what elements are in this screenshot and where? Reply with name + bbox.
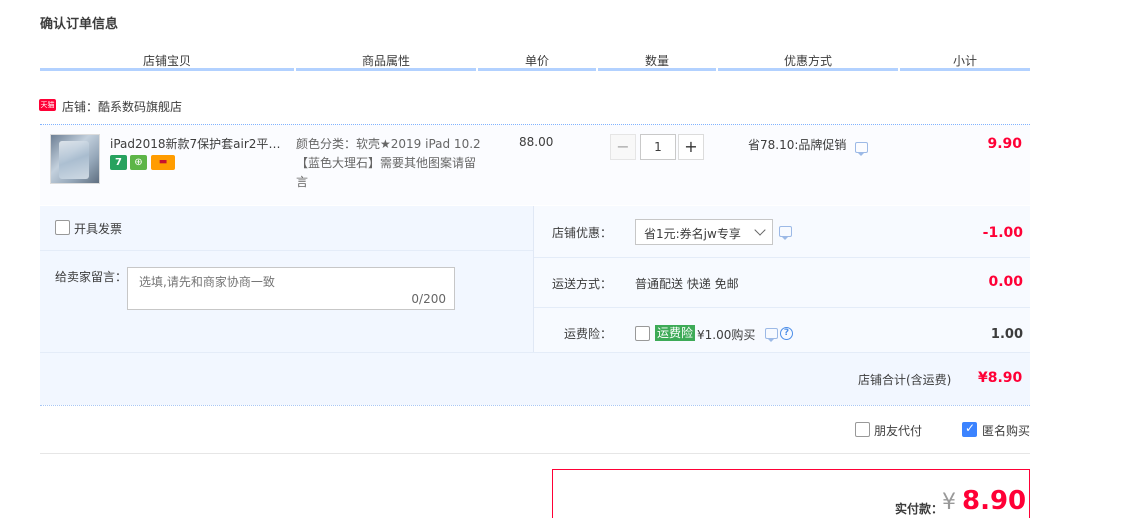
- friend-pay-checkbox[interactable]: [855, 422, 870, 437]
- invoice-checkbox[interactable]: [55, 220, 70, 235]
- shop-total-label: 店铺合计(含运费): [858, 373, 952, 387]
- credit-card-icon: ▬: [151, 155, 175, 170]
- column-bar: [900, 68, 1030, 71]
- column-header-unit-price: 单价: [524, 54, 549, 68]
- currency-symbol: ¥: [942, 490, 956, 515]
- column-header-discount: 优惠方式: [783, 54, 832, 68]
- insurance-tag: 运费险: [655, 325, 696, 341]
- product-attributes: 颜色分类：软壳★2019 iPad 10.2【蓝色大理石】需要其他图案请留言: [296, 137, 481, 189]
- payment-amount: 8.90: [962, 486, 1027, 516]
- divider: [40, 405, 1030, 406]
- shop-discount-selected: 省1元:券名jw专享: [644, 227, 741, 241]
- shipping-method: 普通配送 快递 免邮: [635, 277, 739, 291]
- column-header-attributes: 商品属性: [361, 54, 410, 68]
- divider: [534, 257, 1030, 258]
- promotion-text: 省78.10:品牌促销: [748, 138, 847, 152]
- column-bar: [40, 68, 294, 71]
- message-box: 0/200: [127, 267, 455, 310]
- shipping-amount: 0.00: [988, 274, 1023, 290]
- divider: [40, 250, 533, 251]
- column-bar: [478, 68, 596, 71]
- insurance-label: 运费险：: [563, 327, 612, 341]
- product-thumbnail[interactable]: [50, 134, 100, 184]
- insurance-price: ¥1.00购买: [697, 328, 756, 342]
- friend-pay-label[interactable]: 朋友代付: [874, 422, 922, 439]
- divider: [40, 352, 1030, 353]
- chat-icon[interactable]: [855, 142, 868, 156]
- shop-total-amount: ¥8.90: [978, 370, 1023, 386]
- column-header-quantity: 数量: [644, 54, 669, 68]
- quantity-input[interactable]: [640, 134, 676, 160]
- help-icon[interactable]: ?: [780, 327, 793, 340]
- chevron-down-icon: [754, 224, 766, 236]
- column-bar: [598, 68, 716, 71]
- product-title-link[interactable]: iPad2018新款7保护套air2平板电脑: [110, 135, 288, 152]
- shop-name[interactable]: 店铺：酷系数码旗舰店: [62, 98, 182, 115]
- page-title: 确认订单信息: [40, 17, 119, 32]
- insurance-checkbox[interactable]: [635, 326, 650, 341]
- anonymous-checkbox[interactable]: [962, 421, 977, 437]
- payment-label: 实付款：: [895, 502, 944, 516]
- unit-price: 88.00: [519, 135, 554, 149]
- anonymous-label[interactable]: 匿名购买: [982, 422, 1030, 439]
- message-label: 给卖家留言：: [55, 270, 128, 284]
- shop-discount-amount: -1.00: [982, 225, 1023, 241]
- guarantee-icon: ⊕: [130, 155, 147, 170]
- seven-day-return-icon: 7: [110, 155, 127, 170]
- shop-discount-label: 店铺优惠：: [551, 226, 612, 240]
- invoice-label[interactable]: 开具发票: [74, 220, 122, 237]
- insurance-amount: 1.00: [990, 327, 1023, 342]
- column-header-shop-item: 店铺宝贝: [142, 54, 191, 68]
- tmall-icon: 天猫: [39, 99, 56, 111]
- divider: [40, 453, 1030, 454]
- message-input[interactable]: [128, 268, 454, 309]
- shop-discount-select[interactable]: 省1元:券名jw专享: [635, 219, 773, 245]
- column-header-subtotal: 小计: [952, 54, 977, 68]
- payment-summary: 实付款： ¥ 8.90: [552, 469, 1030, 518]
- char-counter: 0/200: [411, 292, 446, 306]
- shipping-label: 运送方式：: [551, 277, 612, 291]
- column-bar: [296, 68, 476, 71]
- divider: [534, 307, 1030, 308]
- quantity-decrease-button[interactable]: −: [610, 134, 636, 160]
- quantity-increase-button[interactable]: +: [678, 134, 704, 160]
- item-subtotal: 9.90: [987, 136, 1022, 152]
- chat-icon[interactable]: [779, 226, 792, 240]
- column-bar: [718, 68, 898, 71]
- chat-icon[interactable]: [765, 328, 778, 342]
